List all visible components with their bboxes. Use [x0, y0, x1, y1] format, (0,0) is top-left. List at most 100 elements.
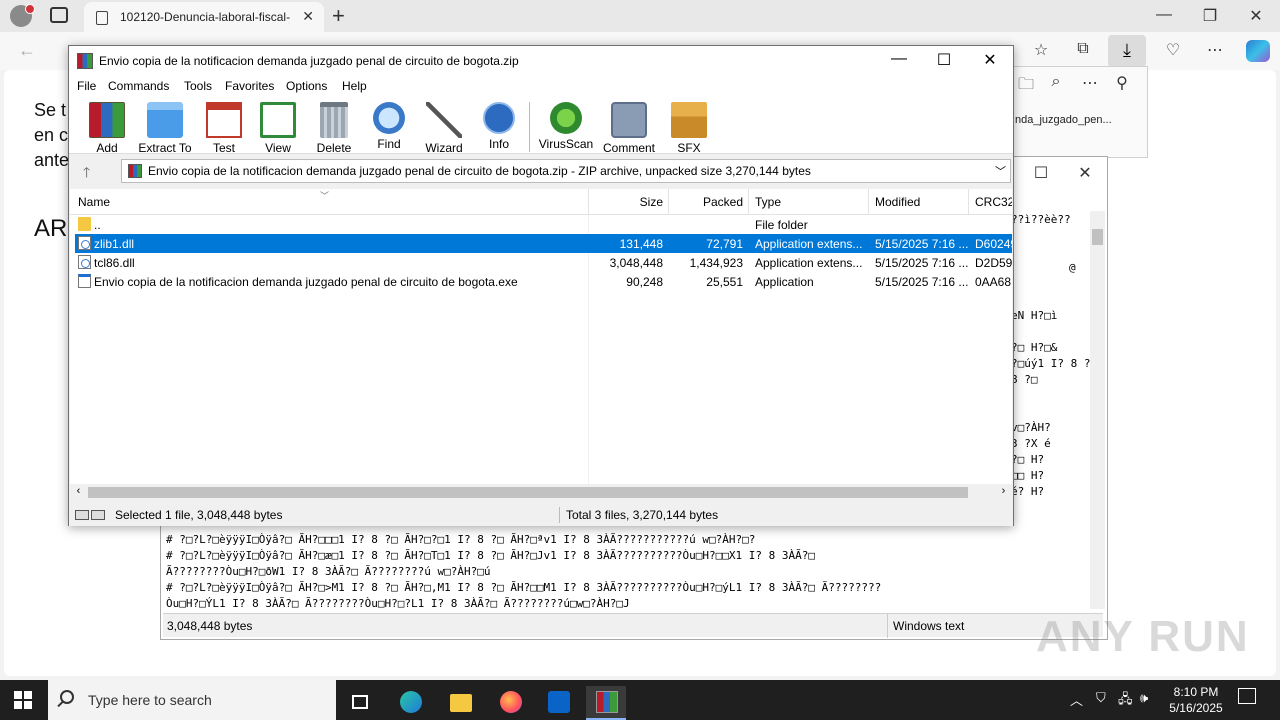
column-divider[interactable]: [588, 189, 589, 215]
path-combobox[interactable]: Envio copia de la notificacion demanda j…: [121, 159, 1011, 183]
close-window-icon[interactable]: ✕: [1244, 6, 1268, 26]
column-divider[interactable]: [668, 189, 669, 215]
outlook-button[interactable]: [538, 686, 578, 720]
browser-essentials-icon[interactable]: ♡: [1162, 40, 1184, 60]
column-divider[interactable]: [748, 189, 749, 215]
column-crc32[interactable]: CRC32: [975, 195, 1012, 209]
windows-start-icon[interactable]: [14, 691, 32, 709]
info-button[interactable]: Info: [467, 102, 531, 151]
extract-to-button[interactable]: Extract To: [133, 102, 197, 155]
column-divider[interactable]: [968, 189, 969, 215]
horizontal-scrollbar[interactable]: ‹ ›: [70, 484, 1012, 501]
menu-help[interactable]: Help: [342, 79, 367, 93]
file-crc: D60249: [975, 237, 1012, 251]
window-title: Envio copia de la notificacion demanda j…: [99, 54, 519, 68]
file-name: zlib1.dll: [94, 237, 135, 251]
status-divider: [887, 614, 888, 638]
network-icon[interactable]: 🖧: [1118, 690, 1133, 712]
more-menu-icon[interactable]: ⋯: [1204, 40, 1226, 60]
sfx-button[interactable]: SFX: [657, 102, 721, 155]
taskbar-search[interactable]: Type here to search: [48, 680, 336, 720]
notepad-restore-icon[interactable]: ☐: [1029, 163, 1053, 183]
magnifier-icon: [373, 102, 405, 134]
exe-file-icon: [78, 274, 91, 288]
outlook-icon: [548, 691, 570, 713]
search-downloads-icon[interactable]: ⌕: [1045, 73, 1067, 91]
comment-button[interactable]: Comment: [597, 102, 661, 155]
column-divider[interactable]: [868, 189, 869, 215]
clock[interactable]: 8:10 PM 5/16/2025: [1160, 684, 1232, 716]
scroll-left-icon[interactable]: ‹: [70, 485, 87, 497]
winrar-taskbar-button[interactable]: [586, 686, 626, 720]
column-packed[interactable]: Packed: [670, 195, 743, 209]
notification-icon[interactable]: [1238, 688, 1256, 704]
text-fragment: v□?ÀH?: [1011, 421, 1051, 434]
info-label: Info: [488, 137, 509, 151]
close-tab-icon[interactable]: ✕: [302, 8, 314, 25]
text-fragment: 3 ?X é: [1011, 437, 1051, 450]
menu-tools[interactable]: Tools: [184, 79, 212, 93]
more-options-icon[interactable]: ⋯: [1079, 73, 1101, 93]
restore-icon[interactable]: ❐: [1198, 6, 1222, 26]
page-text-line: en c: [34, 125, 69, 145]
virusscan-button[interactable]: VirusScan: [534, 102, 598, 151]
new-tab-icon[interactable]: +: [332, 3, 345, 29]
list-item[interactable]: Envio copia de la notificacion demanda j…: [75, 272, 1012, 291]
security-icon[interactable]: ⛉: [1096, 690, 1106, 706]
file-size: 131,448: [619, 237, 663, 251]
column-modified[interactable]: Modified: [875, 195, 920, 209]
column-size[interactable]: Size: [590, 195, 663, 209]
task-view-icon: [352, 695, 368, 709]
scrollbar-thumb[interactable]: [88, 487, 968, 498]
favorites-star-icon[interactable]: ☆: [1030, 40, 1052, 60]
minimize-icon[interactable]: —: [1152, 6, 1176, 24]
browser-tab[interactable]: 102120-Denuncia-laboral-fiscal-j ✕: [84, 2, 324, 32]
list-item[interactable]: .. File folder: [75, 215, 1012, 234]
notepad-close-icon[interactable]: ✕: [1073, 163, 1097, 183]
downloads-icon[interactable]: ⤓: [1108, 35, 1146, 67]
file-packed: 72,791: [706, 237, 743, 251]
scroll-right-icon[interactable]: ›: [995, 485, 1012, 497]
vertical-scrollbar[interactable]: [1090, 211, 1105, 609]
menu-file[interactable]: File: [77, 79, 96, 93]
task-view-button[interactable]: [340, 686, 380, 720]
dll-file-icon: [78, 236, 91, 250]
pin-icon[interactable]: ⚲: [1111, 73, 1133, 93]
copilot-icon[interactable]: [1246, 40, 1270, 62]
file-explorer-button[interactable]: [440, 686, 480, 720]
volume-icon[interactable]: 🕪: [1140, 690, 1148, 706]
chevron-up-icon[interactable]: ︿: [1070, 690, 1083, 709]
scrollbar-thumb[interactable]: [1092, 229, 1103, 245]
close-icon[interactable]: ✕: [975, 50, 1005, 70]
add-button[interactable]: Add: [75, 102, 139, 155]
firefox-icon: [500, 691, 522, 713]
menu-commands[interactable]: Commands: [108, 79, 169, 93]
view-book-icon: [260, 102, 296, 138]
view-button[interactable]: View: [246, 102, 310, 155]
edge-taskbar-button[interactable]: [390, 686, 430, 720]
up-arrow-icon[interactable]: 🡑: [83, 162, 90, 186]
tab-title: 102120-Denuncia-laboral-fiscal-j: [120, 10, 290, 24]
file-list[interactable]: Name ﹀ Size Packed Type Modified CRC32 .…: [70, 189, 1012, 484]
column-type[interactable]: Type: [755, 195, 781, 209]
menu-favorites[interactable]: Favorites: [225, 79, 274, 93]
open-folder-icon[interactable]: 🗀: [1015, 73, 1037, 100]
collections-icon[interactable]: ⧉: [1072, 40, 1094, 58]
list-item[interactable]: tcl86.dll 3,048,448 1,434,923 Applicatio…: [75, 253, 1012, 272]
download-item[interactable]: nda_juzgado_pen...: [1015, 114, 1112, 126]
maximize-icon[interactable]: ☐: [929, 50, 959, 70]
notepad-status-bar: 3,048,448 bytes Windows text: [163, 613, 1103, 638]
chevron-down-icon[interactable]: ﹀: [995, 163, 1006, 179]
page-text-line: Se t: [34, 100, 67, 120]
minimize-icon[interactable]: —: [884, 50, 914, 68]
virusscan-label: VirusScan: [538, 137, 594, 151]
profile-avatar-icon[interactable]: [10, 4, 35, 27]
winrar-title-bar[interactable]: Envio copia de la notificacion demanda j…: [69, 46, 1013, 76]
column-name[interactable]: Name: [78, 195, 110, 209]
back-arrow-icon[interactable]: ←: [18, 40, 36, 61]
menu-options[interactable]: Options: [286, 79, 327, 93]
tab-actions-icon[interactable]: [50, 7, 68, 23]
drive-icon: [75, 509, 109, 521]
list-item[interactable]: zlib1.dll 131,448 72,791 Application ext…: [75, 234, 1012, 253]
firefox-button[interactable]: [490, 686, 530, 720]
